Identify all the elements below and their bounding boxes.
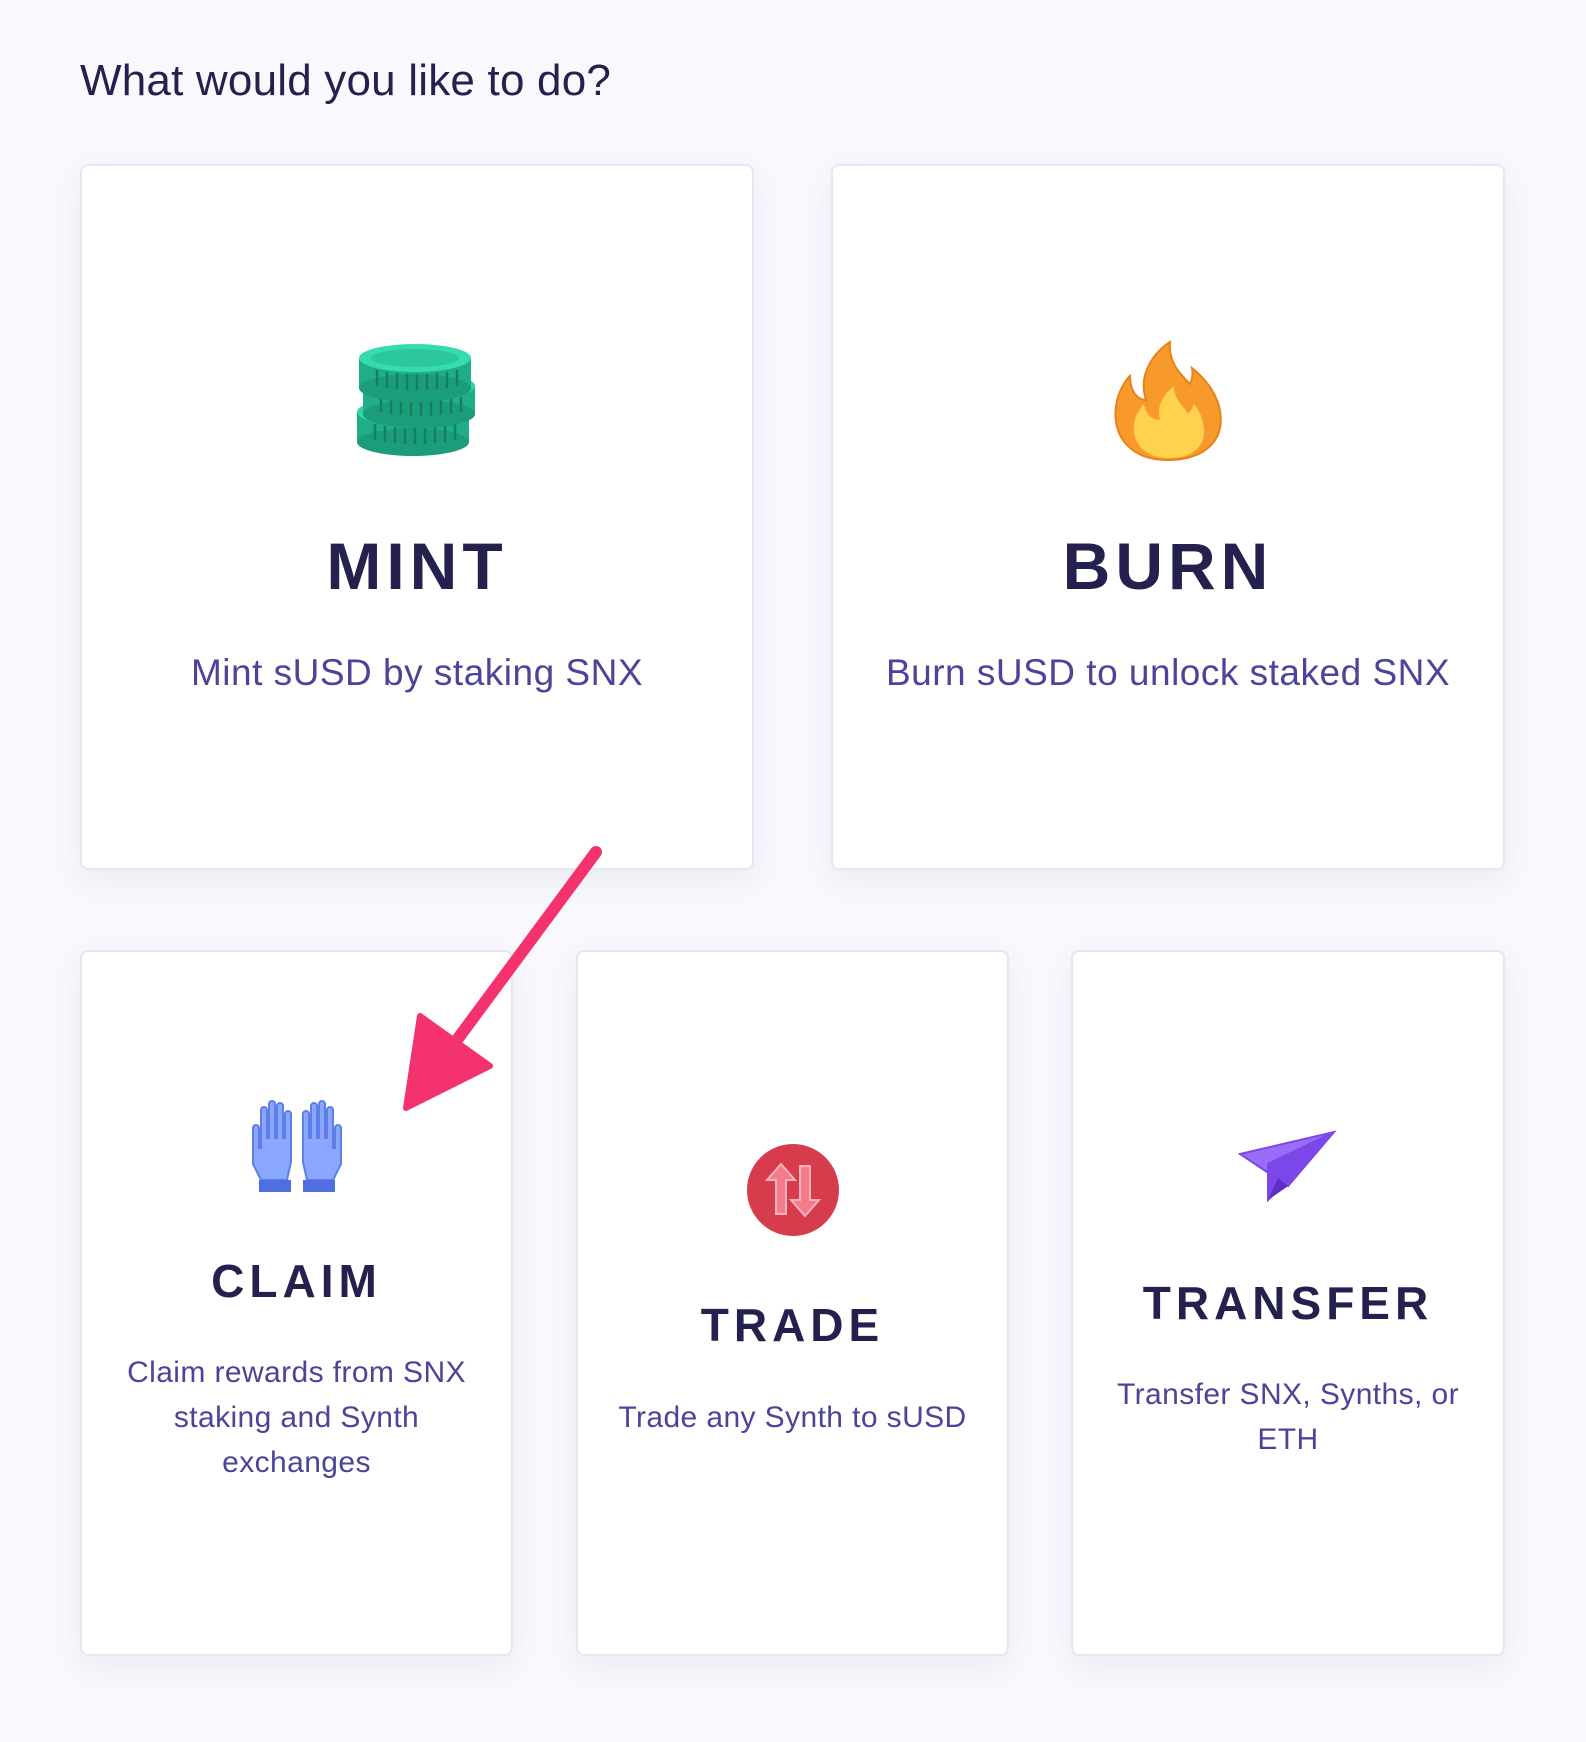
trade-card[interactable]: TRADE Trade any Synth to sUSD xyxy=(576,950,1009,1656)
burn-title: BURN xyxy=(1062,529,1274,603)
paper-plane-icon xyxy=(1073,1128,1503,1204)
page-heading: What would you like to do? xyxy=(80,56,612,105)
burn-description: Burn sUSD to unlock staked SNX xyxy=(885,652,1451,693)
open-hands-icon xyxy=(82,1098,511,1194)
claim-title: CLAIM xyxy=(211,1255,382,1307)
claim-card[interactable]: CLAIM Claim rewards from SNX staking and… xyxy=(80,950,513,1656)
up-down-arrows-icon xyxy=(578,1142,1007,1238)
transfer-description: Transfer SNX, Synths, or ETH xyxy=(1117,1378,1459,1456)
mint-description: Mint sUSD by staking SNX xyxy=(190,652,644,693)
claim-description: Claim rewards from SNX staking and Synth… xyxy=(127,1356,466,1479)
transfer-title: TRANSFER xyxy=(1142,1277,1434,1329)
fire-icon xyxy=(833,340,1503,464)
trade-title: TRADE xyxy=(700,1299,885,1351)
burn-card[interactable]: BURN Burn sUSD to unlock staked SNX xyxy=(831,164,1505,870)
transfer-card[interactable]: TRANSFER Transfer SNX, Synths, or ETH xyxy=(1071,950,1505,1656)
page: What would you like to do? MINT Mint sUS… xyxy=(0,0,1586,1742)
mint-card[interactable]: MINT Mint sUSD by staking SNX xyxy=(80,164,754,870)
trade-description: Trade any Synth to sUSD xyxy=(618,1401,967,1434)
coins-stack-icon xyxy=(82,340,752,458)
mint-title: MINT xyxy=(326,529,508,603)
